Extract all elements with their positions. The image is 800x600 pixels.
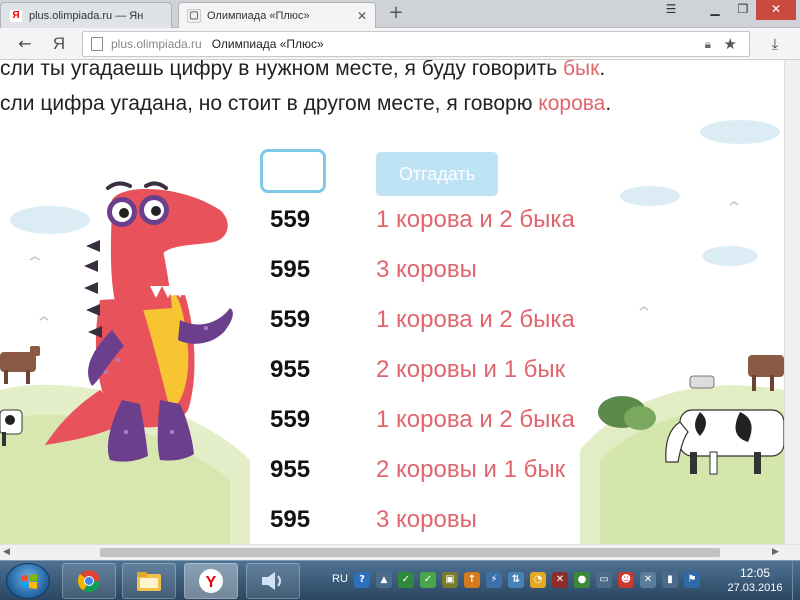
attempt-number: 595 bbox=[270, 506, 311, 533]
browser-menu-icon[interactable]: ☰ bbox=[656, 0, 686, 20]
usb-icon[interactable]: ⚡ bbox=[486, 572, 502, 588]
folder-icon bbox=[137, 572, 161, 591]
clock-time: 12:05 bbox=[739, 566, 771, 580]
sound-icon[interactable] bbox=[246, 563, 300, 599]
attempt-number: 955 bbox=[270, 356, 311, 383]
instruction-bull: сли ты угадаешь цифру в нужном месте, я … bbox=[0, 60, 605, 81]
attempt-number: 955 bbox=[270, 456, 311, 483]
display-icon[interactable]: ▭ bbox=[596, 572, 612, 588]
keyword-cow: корова bbox=[538, 92, 606, 115]
instruction-tail: . bbox=[605, 92, 612, 115]
scrollbar-thumb[interactable] bbox=[100, 548, 720, 557]
show-desktop-button[interactable] bbox=[792, 561, 800, 600]
attempt-number: 559 bbox=[270, 406, 311, 433]
update-icon[interactable]: ↑ bbox=[464, 572, 480, 588]
attempt-row: 559 1 корова и 2 быка bbox=[250, 306, 670, 346]
start-button[interactable] bbox=[6, 563, 50, 599]
attempt-number: 559 bbox=[270, 206, 311, 233]
guess-input[interactable] bbox=[260, 149, 326, 193]
close-tab-icon[interactable]: ✕ bbox=[357, 9, 367, 23]
yandex-favicon-icon: Я bbox=[9, 8, 23, 23]
address-bar: ← Я plus.olimpiada.ru Олимпиада «Плюс» 🔒… bbox=[0, 28, 800, 60]
minimize-icon[interactable]: ▁ bbox=[700, 0, 730, 20]
attempt-result: 2 коровы и 1 бык bbox=[376, 456, 566, 483]
bookmark-star-icon[interactable]: ★ bbox=[724, 35, 737, 53]
network-icon[interactable]: ⇅ bbox=[508, 572, 524, 588]
guess-button[interactable]: Отгадать bbox=[376, 152, 498, 196]
download-icon[interactable]: ⤓ bbox=[764, 33, 786, 55]
keyword-bull: бык bbox=[563, 60, 600, 80]
attempt-row: 955 2 коровы и 1 бык bbox=[250, 456, 670, 496]
attempt-result: 2 коровы и 1 бык bbox=[376, 356, 566, 383]
new-tab-button[interactable]: + bbox=[384, 2, 408, 24]
attempt-row: 595 3 коровы bbox=[250, 256, 670, 296]
lock-icon[interactable]: 🔒︎ bbox=[705, 37, 711, 52]
instruction-cow: сли цифра угадана, но стоит в другом мес… bbox=[0, 92, 611, 116]
attempt-row: 559 1 корова и 2 быка bbox=[250, 206, 670, 246]
horizontal-scrollbar[interactable]: ◀ ▶ bbox=[0, 544, 800, 560]
instruction-text: сли ты угадаешь цифру в нужном месте, я … bbox=[0, 60, 564, 80]
instruction-tail: . bbox=[599, 60, 606, 80]
taskbar: Y RU ? ▲ ✓ ✓ ▣ ↑ ⚡ ⇅ ◔ ✕ ● ▭ ☻ ✕ ▮ ⚑ 12:… bbox=[0, 560, 800, 600]
show-hidden-icons[interactable]: ▲ bbox=[376, 572, 392, 588]
clock[interactable]: 12:05 27.03.2016 bbox=[722, 566, 788, 594]
yandex-home-button[interactable]: Я bbox=[48, 33, 70, 55]
attempt-result: 1 корова и 2 быка bbox=[376, 306, 575, 333]
attempt-result: 1 корова и 2 быка bbox=[376, 406, 575, 433]
scroll-left-icon[interactable]: ◀ bbox=[3, 547, 10, 557]
help-icon[interactable]: ? bbox=[354, 572, 370, 588]
url-page-title: Олимпиада «Плюс» bbox=[211, 37, 324, 51]
attempt-row: 595 3 коровы bbox=[250, 506, 670, 544]
antivirus-icon[interactable]: ✓ bbox=[398, 572, 414, 588]
url-domain: plus.olimpiada.ru bbox=[111, 37, 202, 51]
page-favicon-icon: ▢ bbox=[187, 8, 201, 23]
alert-icon[interactable]: ☻ bbox=[618, 572, 634, 588]
url-field[interactable]: plus.olimpiada.ru Олимпиада «Плюс» 🔒︎ ★ bbox=[82, 31, 750, 57]
svg-text:Y: Y bbox=[206, 574, 217, 591]
volume-muted-icon[interactable]: ✕ bbox=[640, 572, 656, 588]
attempt-row: 559 1 корова и 2 быка bbox=[250, 406, 670, 446]
app-tray-icon-2[interactable]: ◔ bbox=[530, 572, 546, 588]
language-indicator[interactable]: RU bbox=[332, 573, 348, 585]
windows-logo-icon bbox=[21, 574, 37, 589]
flag-icon[interactable]: ⚑ bbox=[684, 572, 700, 588]
close-window-icon[interactable]: ✕ bbox=[756, 0, 796, 20]
attempt-number: 559 bbox=[270, 306, 311, 333]
maximize-icon[interactable]: ❐ bbox=[728, 0, 758, 20]
speaker-icon bbox=[262, 572, 281, 590]
system-tray: RU ? ▲ ✓ ✓ ▣ ↑ ⚡ ⇅ ◔ ✕ ● ▭ ☻ ✕ ▮ ⚑ 12:05… bbox=[326, 561, 800, 600]
clock-date: 27.03.2016 bbox=[727, 582, 783, 594]
page-content: сли ты угадаешь цифру в нужном месте, я … bbox=[0, 60, 784, 544]
file-explorer-icon[interactable] bbox=[122, 563, 176, 599]
scroll-right-icon[interactable]: ▶ bbox=[772, 547, 779, 557]
vertical-scrollbar[interactable] bbox=[784, 60, 800, 544]
yandex-browser-icon[interactable]: Y bbox=[184, 563, 238, 599]
tab-yandex[interactable]: Я plus.olimpiada.ru — Ян bbox=[0, 2, 172, 28]
power-icon[interactable]: ▮ bbox=[662, 572, 678, 588]
yandex-logo-icon: Y bbox=[199, 569, 223, 593]
back-arrow-icon[interactable]: ← bbox=[14, 33, 36, 55]
chrome-tray-icon[interactable]: ● bbox=[574, 572, 590, 588]
chrome-icon[interactable] bbox=[62, 563, 116, 599]
attempt-result: 1 корова и 2 быка bbox=[376, 206, 575, 233]
tab-bar: Я plus.olimpiada.ru — Ян ▢ Олимпиада «Пл… bbox=[0, 0, 800, 28]
instruction-text: сли цифра угадана, но стоит в другом мес… bbox=[0, 92, 539, 115]
tab-olimpiada[interactable]: ▢ Олимпиада «Плюс» ✕ bbox=[178, 2, 376, 28]
tab-title: plus.olimpiada.ru — Ян bbox=[29, 9, 144, 22]
chrome-logo-icon bbox=[77, 570, 100, 592]
attempt-result: 3 коровы bbox=[376, 506, 477, 533]
page-icon bbox=[91, 37, 103, 51]
app-tray-icon[interactable]: ▣ bbox=[442, 572, 458, 588]
tab-title: Олимпиада «Плюс» bbox=[207, 9, 310, 22]
attempt-result: 3 коровы bbox=[376, 256, 477, 283]
attempt-row: 955 2 коровы и 1 бык bbox=[250, 356, 670, 396]
app-tray-icon-3[interactable]: ✕ bbox=[552, 572, 568, 588]
attempt-number: 595 bbox=[270, 256, 311, 283]
security-icon[interactable]: ✓ bbox=[420, 572, 436, 588]
